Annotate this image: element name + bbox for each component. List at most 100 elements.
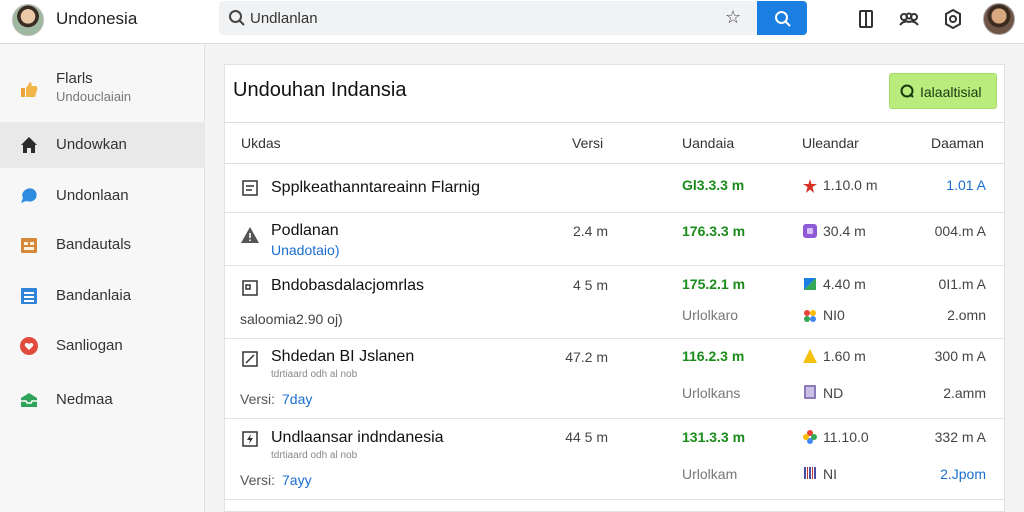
app-icon bbox=[803, 224, 817, 238]
sidebar-item-label: Undonlaan bbox=[56, 187, 129, 204]
row-developer-2: ND bbox=[823, 385, 844, 401]
list-icon bbox=[21, 288, 37, 304]
row-version-link[interactable]: 7ayy bbox=[282, 472, 312, 488]
row-developer: 11.10.0 bbox=[823, 429, 869, 445]
sidebar-item-undowkan[interactable]: Undowkan bbox=[0, 122, 205, 168]
calendar-icon bbox=[21, 238, 37, 253]
sidebar-item-label: Bandanlaia bbox=[56, 287, 132, 304]
table-row[interactable]: Spplkeathanntareainn Flarnig Gl3.3.3 m 1… bbox=[225, 164, 1004, 213]
drive-icon bbox=[804, 278, 816, 290]
settings-icon[interactable] bbox=[942, 8, 964, 30]
row-date: 004.m A bbox=[934, 223, 986, 239]
row-size: 2.4 m bbox=[572, 223, 608, 239]
row-date: 0I1.m A bbox=[938, 276, 986, 292]
chat-icon bbox=[21, 188, 37, 203]
refresh-icon bbox=[900, 84, 914, 98]
column-header[interactable]: Uleandar bbox=[802, 135, 859, 151]
bookmark-icon[interactable] bbox=[855, 8, 877, 30]
barcode-icon bbox=[804, 467, 816, 479]
downloads-card: Undouhan Indansia Ialaaltisial Ukdas Ver… bbox=[224, 64, 1005, 512]
row-name: Shdedan BI Jslanen bbox=[271, 348, 415, 365]
table-row[interactable]: Undlaansar indndanesia tdrtiaard odh al … bbox=[225, 419, 1004, 500]
sidebar-item-sanliogan[interactable]: Sanliogan bbox=[0, 323, 205, 369]
sidebar-item-bandanlaia[interactable]: Bandanlaia bbox=[0, 273, 205, 319]
row-status: Urlolkam bbox=[682, 466, 738, 482]
row-version: 175.2.1 m bbox=[682, 276, 746, 292]
row-developer: 30.4 m bbox=[823, 223, 866, 239]
row-name: Bndobasdalacjomrlas bbox=[271, 277, 424, 294]
table-header: Ukdas Versi Uandaia Uleandar Daaman bbox=[225, 122, 1004, 164]
row-size: 4 5 m bbox=[572, 277, 608, 293]
inbox-icon bbox=[21, 393, 37, 407]
row-date-2: 2.amm bbox=[943, 385, 986, 401]
sidebar-item-flarls[interactable]: Flarls Undouclaiain bbox=[0, 65, 205, 115]
row-version: 176.3.3 m bbox=[682, 223, 746, 239]
sidebar-item-label: Flarls bbox=[56, 70, 93, 87]
app-title: Undonesia bbox=[56, 9, 138, 28]
users-icon[interactable] bbox=[898, 8, 920, 30]
search-bar: ☆ bbox=[219, 1, 807, 35]
row-developer-2: NI0 bbox=[823, 307, 845, 323]
search-icon bbox=[229, 10, 245, 26]
row-date: 1.01 A bbox=[946, 177, 986, 193]
search-button[interactable] bbox=[757, 1, 807, 35]
logo-avatar[interactable] bbox=[12, 4, 44, 36]
row-sub: tdrtiaard odh al nob bbox=[271, 369, 358, 380]
sidebar-item-label: Undowkan bbox=[56, 136, 127, 153]
sidebar-item-bandautals[interactable]: Bandautals bbox=[0, 222, 205, 268]
user-avatar[interactable] bbox=[983, 3, 1015, 35]
row-sub: saloomia2.90 oj) bbox=[240, 311, 343, 327]
box-icon bbox=[804, 385, 816, 399]
primary-action-button[interactable]: Ialaaltisial bbox=[889, 73, 997, 109]
row-name: Spplkeathanntareainn Flarnig bbox=[271, 179, 481, 196]
row-version: 131.3.3 m bbox=[682, 429, 746, 445]
column-header[interactable]: Versi bbox=[572, 135, 603, 151]
row-name: Undlaansar indndanesia bbox=[271, 429, 444, 446]
page-title: Undouhan Indansia bbox=[233, 79, 407, 101]
home-icon bbox=[21, 137, 37, 153]
sidebar-item-undonlaan[interactable]: Undonlaan bbox=[0, 173, 205, 219]
column-header[interactable]: Daaman bbox=[931, 135, 984, 151]
row-date: 300 m A bbox=[934, 348, 986, 364]
star-burst-icon bbox=[803, 179, 817, 193]
table-row[interactable]: Bndobasdalacjomrlas saloomia2.90 oj) 4 5… bbox=[225, 266, 1004, 339]
row-developer: 1.10.0 m bbox=[823, 177, 878, 193]
column-header[interactable]: Uandaia bbox=[682, 135, 734, 151]
pinwheel-icon bbox=[804, 310, 816, 322]
warning-triangle-icon bbox=[803, 349, 817, 363]
row-status: Urlolkaro bbox=[682, 307, 739, 323]
row-link[interactable]: Unadotaio) bbox=[271, 242, 340, 258]
row-version-link[interactable]: 7day bbox=[282, 391, 312, 407]
row-version: Gl3.3.3 m bbox=[682, 177, 745, 193]
star-icon[interactable]: ☆ bbox=[725, 7, 741, 28]
row-developer: 1.60 m bbox=[823, 348, 866, 364]
sidebar-item-nedmaa[interactable]: Nedmaa bbox=[0, 377, 205, 423]
row-size: 44 5 m bbox=[565, 429, 608, 445]
table-row[interactable]: Podlanan Unadotaio) 2.4 m 176.3.3 m 30.4… bbox=[225, 213, 1004, 266]
row-date: 332 m A bbox=[934, 429, 986, 445]
table-row[interactable]: Shdedan BI Jslanen tdrtiaard odh al nob … bbox=[225, 339, 1004, 419]
row-date-2: 2.omn bbox=[947, 307, 986, 323]
flower-icon bbox=[803, 430, 817, 444]
file-icon bbox=[242, 280, 258, 296]
bolt-file-icon bbox=[242, 431, 258, 447]
row-size: 47.2 m bbox=[565, 349, 608, 365]
row-status: Urlolkans bbox=[682, 385, 741, 401]
row-version: 116.2.3 m bbox=[682, 348, 745, 364]
sidebar-item-label: Nedmaa bbox=[56, 391, 113, 408]
primary-action-label: Ialaaltisial bbox=[920, 84, 982, 100]
sidebar-item-label: Sanliogan bbox=[56, 337, 123, 354]
column-header[interactable]: Ukdas bbox=[241, 135, 281, 151]
row-version-label: Versi: bbox=[240, 472, 276, 488]
sidebar-item-sub: Undouclaiain bbox=[56, 89, 132, 104]
row-sub: tdrtiaard odh al nob bbox=[271, 450, 358, 461]
search-input[interactable] bbox=[250, 7, 730, 29]
sidebar: Flarls Undouclaiain Undowkan Undonlaan B… bbox=[0, 45, 205, 512]
top-bar: Undonesia ☆ bbox=[0, 0, 1024, 44]
row-date-2: 2.Jpom bbox=[940, 466, 986, 482]
sidebar-item-label: Bandautals bbox=[56, 236, 132, 253]
search-icon bbox=[775, 11, 791, 27]
warning-icon bbox=[241, 227, 259, 243]
row-developer-2: NI bbox=[823, 466, 837, 482]
row-name: Podlanan bbox=[271, 222, 339, 239]
